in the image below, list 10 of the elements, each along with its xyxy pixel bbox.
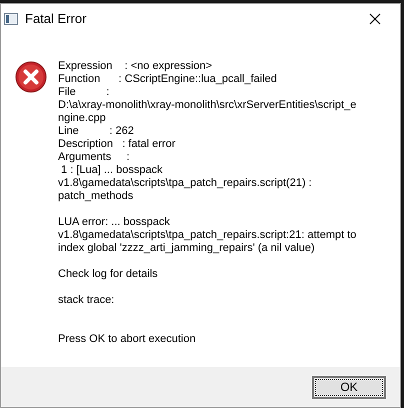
message-text: stack trace: — [58, 294, 116, 307]
message-text: Expression : <no expression> Function : CScriptEngine::lua_pcall_failed File : D:\a\xray-monolith\xray-monolith\src\xrServerEntities\script_e ngine.cpp Line : 262 Description : fatal error Arguments : 1 : [Lua] ... bosspack v1.8\gamedata\scripts\tpa_patch_repairs.script(21) : patch_methods — [58, 60, 356, 203]
ok-button[interactable]: OK — [312, 376, 386, 398]
app-icon — [4, 13, 18, 25]
close-icon — [369, 13, 381, 25]
message-text: LUA error: ... bosspack v1.8\gamedata\scripts\tpa_patch_repairs.script:21: attempt to index global 'zzzz_arti_jamming_repairs' (a nil value) — [58, 216, 356, 255]
error-icon — [15, 61, 47, 93]
message-text: Check log for details — [58, 268, 159, 281]
window-title: Fatal Error — [25, 10, 86, 28]
message-text: Press OK to abort execution — [58, 333, 197, 346]
